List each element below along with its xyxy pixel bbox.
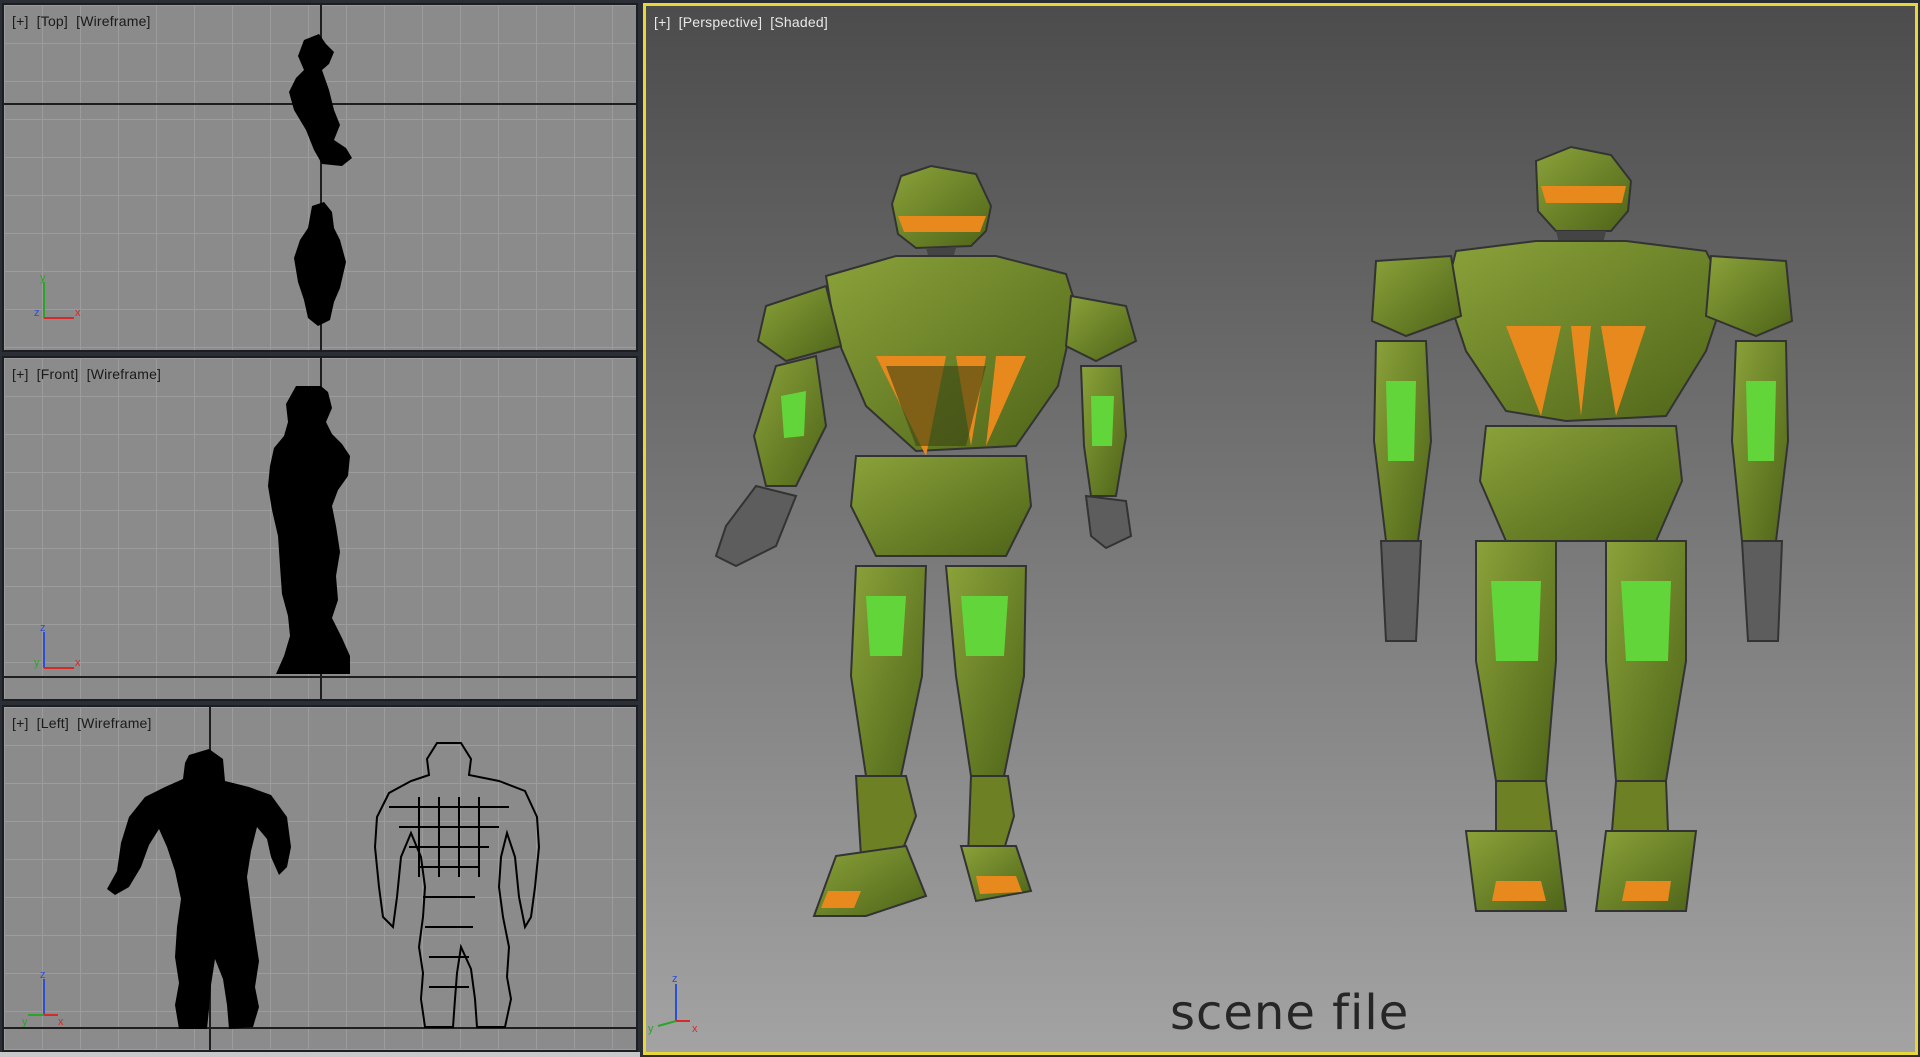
axis-label-vertical: z: [40, 622, 46, 634]
robot-wireframe-left-b[interactable]: [349, 737, 549, 1032]
status-strip: [0, 1052, 640, 1057]
viewport-label: [+] [Front] [Wireframe]: [12, 366, 165, 382]
axis-tripod: z y x: [34, 622, 81, 669]
axis-label-vertical: z: [672, 973, 678, 985]
viewport-mode-menu[interactable]: [Wireframe]: [87, 366, 162, 382]
robot-wireframe-top-view[interactable]: [274, 30, 369, 335]
viewport-front[interactable]: z y x [+] [Front] [Wireframe]: [2, 356, 638, 701]
viewport-label: [+] [Top] [Wireframe]: [12, 13, 155, 29]
axis-label-depth: y: [22, 1016, 28, 1027]
axis-label-horizontal: x: [692, 1023, 698, 1035]
viewport-view-menu[interactable]: [Top]: [37, 13, 68, 29]
axis-tripod: z y x: [22, 969, 64, 1027]
axis-label-vertical: y: [40, 272, 46, 284]
viewport-mode-menu[interactable]: [Wireframe]: [77, 715, 152, 731]
axis-label-horizontal: x: [58, 1016, 64, 1027]
axis-label-horizontal: x: [75, 307, 81, 319]
axis-tripod: z y x: [648, 973, 698, 1035]
robot-model-right[interactable]: [1346, 141, 1816, 941]
viewport-view-menu[interactable]: [Perspective]: [679, 14, 763, 30]
viewport-view-menu[interactable]: [Front]: [37, 366, 79, 382]
robot-wireframe-front-view[interactable]: [266, 386, 386, 678]
viewport-perspective[interactable]: z y x [+] [Perspective] [Shaded]: [643, 3, 1918, 1055]
viewport-label: [+] [Left] [Wireframe]: [12, 715, 156, 731]
viewport-plus-menu[interactable]: [+]: [12, 366, 29, 382]
caption-overlay: scene file: [1170, 985, 1410, 1041]
axis-label-horizontal: x: [75, 657, 81, 669]
viewport-view-menu[interactable]: [Left]: [37, 715, 69, 731]
axis-label-depth: z: [34, 307, 40, 319]
viewport-plus-menu[interactable]: [+]: [12, 715, 29, 731]
axis-label-depth: y: [34, 657, 40, 669]
axis-label-vertical: z: [40, 969, 46, 981]
robot-model-left[interactable]: [686, 156, 1146, 936]
axis-label-depth: y: [648, 1023, 654, 1035]
viewport-plus-menu[interactable]: [+]: [12, 13, 29, 29]
axis-tripod: y z x: [34, 272, 81, 319]
viewport-mode-menu[interactable]: [Wireframe]: [76, 13, 151, 29]
viewport-left[interactable]: z y x [+] [Left] [Wireframe]: [2, 705, 638, 1052]
viewport-plus-menu[interactable]: [+]: [654, 14, 671, 30]
viewport-mode-menu[interactable]: [Shaded]: [770, 14, 828, 30]
viewport-label: [+] [Perspective] [Shaded]: [654, 14, 832, 30]
robot-wireframe-left-a[interactable]: [99, 747, 324, 1032]
viewport-top[interactable]: y z x [+] [Top] [Wireframe]: [2, 3, 638, 352]
